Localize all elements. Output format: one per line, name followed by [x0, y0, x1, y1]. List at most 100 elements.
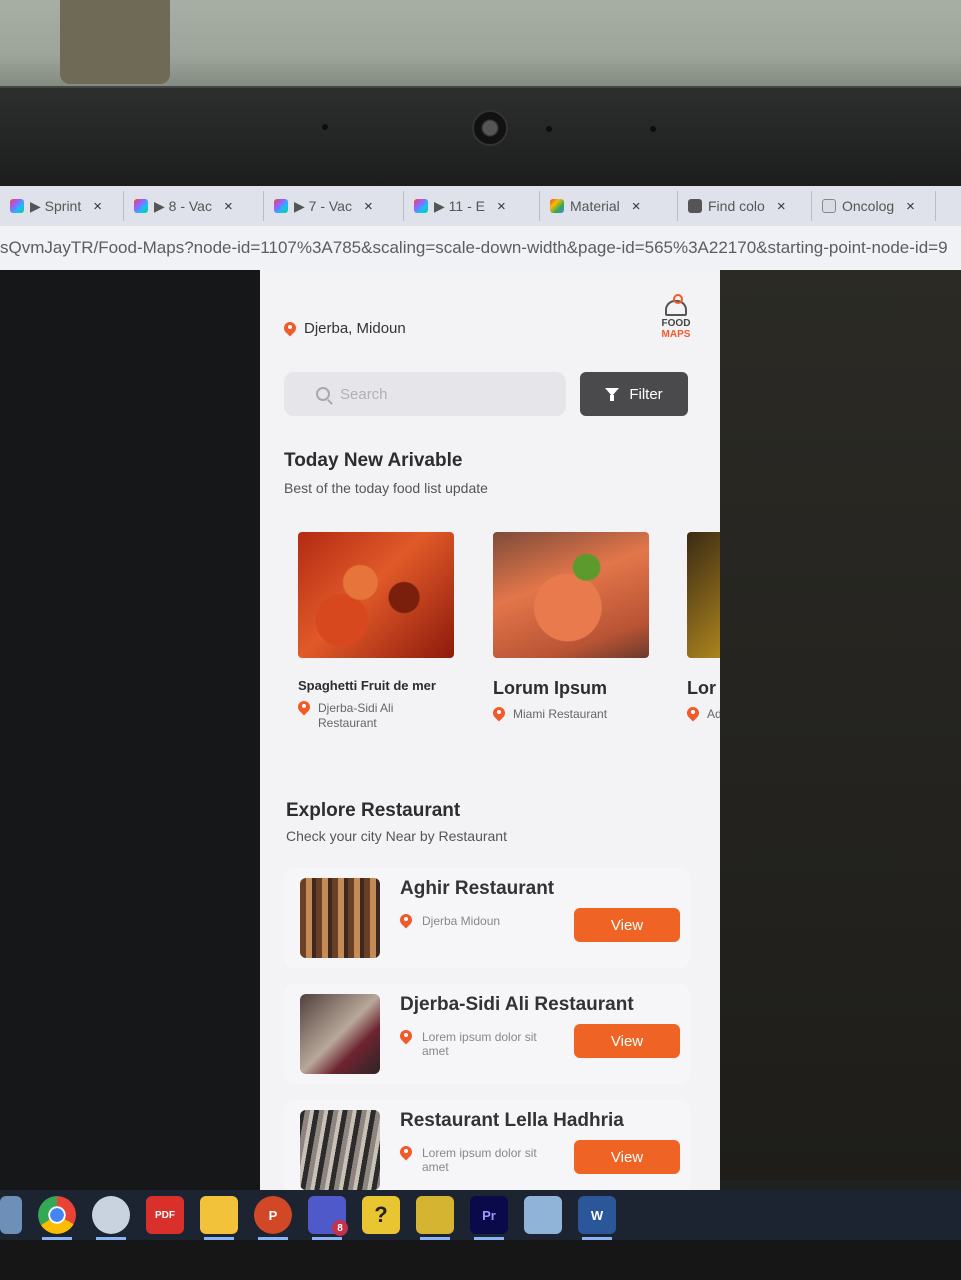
file-explorer-icon[interactable] [200, 1196, 238, 1240]
close-icon[interactable]: × [93, 198, 102, 215]
close-icon[interactable]: × [906, 198, 915, 215]
food-card-location: Miami Restaurant [493, 707, 653, 722]
windows-taskbar: PDF P 8 ? Pr W [0, 1190, 961, 1240]
restaurant-name: Djerba-Sidi Ali Restaurant [400, 994, 634, 1015]
view-button[interactable]: View [574, 1140, 680, 1174]
cloche-icon [665, 294, 687, 316]
browser-tab[interactable]: ▶ Sprint × [0, 191, 124, 221]
restaurant-address-label: Lorem ipsum dolor sit amet [422, 1146, 537, 1174]
food-photo [687, 532, 720, 658]
close-icon[interactable]: × [777, 198, 786, 215]
pdf-editor-icon[interactable]: PDF [146, 1196, 184, 1234]
tab-label: ▶ 8 - Vac [154, 197, 212, 214]
material-icon [550, 199, 564, 213]
food-maps-prototype: Djerba, Midoun FOOD MAPS Filter Today Ne… [260, 270, 720, 1190]
laptop-bottom-bezel [0, 1240, 961, 1280]
tab-label: ▶ Sprint [30, 197, 82, 214]
help-icon[interactable]: ? [362, 1196, 400, 1234]
view-button[interactable]: View [574, 908, 680, 942]
filter-label: Filter [629, 385, 663, 403]
explore-section-subtitle: Check your city Near by Restaurant [286, 828, 507, 844]
bezel-dot [322, 124, 328, 130]
food-card-location-label: Djerba-Sidi Ali Restaurant [318, 701, 394, 730]
restaurant-name: Aghir Restaurant [400, 878, 555, 899]
calculator-icon[interactable] [0, 1196, 22, 1234]
food-card[interactable]: Spaghetti Fruit de mer Djerba-Sidi Ali R… [298, 532, 458, 731]
snipping-tool-icon[interactable] [92, 1196, 130, 1240]
today-section-subtitle: Best of the today food list update [284, 480, 488, 496]
color-picker-icon [688, 199, 702, 213]
figma-icon [134, 199, 148, 213]
restaurant-photo [300, 1110, 380, 1190]
restaurant-name: Restaurant Lella Hadhria [400, 1110, 624, 1131]
premiere-pro-icon[interactable]: Pr [470, 1196, 508, 1240]
restaurant-card[interactable]: Djerba-Sidi Ali Restaurant Lorem ipsum d… [284, 984, 690, 1084]
figma-icon [414, 199, 428, 213]
tab-label: Find colo [708, 198, 765, 214]
bezel-dot [546, 126, 552, 132]
food-photo [298, 532, 454, 658]
close-icon[interactable]: × [364, 198, 373, 215]
teams-icon[interactable]: 8 [308, 1196, 348, 1240]
browser-tab[interactable]: Oncolog × [812, 191, 936, 221]
webcam [472, 110, 508, 146]
figma-canvas-right [718, 270, 961, 1180]
close-icon[interactable]: × [224, 198, 233, 215]
address-bar[interactable]: sQvmJayTR/Food-Maps?node-id=1107%3A785&s… [0, 226, 961, 270]
tab-label: Oncolog [842, 198, 895, 214]
browser-tab[interactable]: ▶ 8 - Vac × [124, 191, 264, 221]
site-icon [822, 199, 836, 213]
current-location[interactable]: Djerba, Midoun [284, 320, 406, 337]
logo-line1: FOOD [661, 318, 691, 329]
location-pin-icon [687, 707, 699, 721]
logo-line2: MAPS [661, 329, 691, 340]
browser-tab[interactable]: Find colo × [678, 191, 812, 221]
food-card-title: Spaghetti Fruit de mer [298, 678, 436, 693]
restaurant-card[interactable]: Aghir Restaurant Djerba Midoun View [284, 868, 690, 968]
restaurant-address-label: Lorem ipsum dolor sit amet [422, 1030, 537, 1058]
powerpoint-icon[interactable]: P [254, 1196, 292, 1240]
food-card-location: Djerba-Sidi Ali Restaurant [298, 701, 458, 731]
figma-icon [274, 199, 288, 213]
chair-leg [60, 0, 170, 84]
view-button[interactable]: View [574, 1024, 680, 1058]
close-icon[interactable]: × [632, 198, 641, 215]
bezel-dot [650, 126, 656, 132]
food-card[interactable]: Lorum Ipsum Miami Restaurant [493, 532, 653, 722]
browser-tab[interactable]: Material × [540, 191, 678, 221]
restaurant-address: Djerba Midoun [400, 914, 560, 928]
filter-icon [605, 387, 620, 401]
chrome-icon[interactable] [38, 1196, 76, 1240]
location-label: Djerba, Midoun [304, 320, 406, 337]
restaurant-photo [300, 994, 380, 1074]
restaurant-photo [300, 878, 380, 958]
filter-button[interactable]: Filter [580, 372, 688, 416]
explore-section-title: Explore Restaurant [286, 800, 461, 821]
film-icon[interactable] [416, 1196, 454, 1240]
today-section-title: Today New Arivable [284, 450, 463, 471]
notepad-icon[interactable] [524, 1196, 562, 1234]
food-card-location-label: Ad [707, 707, 720, 721]
browser-tab[interactable]: ▶ 7 - Vac × [264, 191, 404, 221]
search-box[interactable] [284, 372, 566, 416]
location-pin-icon [298, 701, 310, 715]
food-maps-logo: FOOD MAPS [654, 294, 698, 340]
word-icon[interactable]: W [578, 1196, 616, 1240]
browser-tab[interactable]: ▶ 11 - E × [404, 191, 540, 221]
food-card[interactable]: Lor Ad [687, 532, 720, 722]
location-pin-icon [400, 914, 412, 928]
close-icon[interactable]: × [497, 198, 506, 215]
figma-icon [10, 199, 24, 213]
tab-label: ▶ 11 - E [434, 197, 485, 214]
restaurant-address-label: Djerba Midoun [422, 914, 501, 928]
teams-badge: 8 [332, 1220, 348, 1236]
tab-label: Material [570, 198, 620, 214]
food-card-title: Lor [687, 678, 716, 698]
figma-canvas-left [0, 270, 260, 1190]
search-input[interactable] [340, 385, 540, 403]
restaurant-card[interactable]: Restaurant Lella Hadhria Lorem ipsum dol… [284, 1100, 690, 1190]
food-card-title: Lorum Ipsum [493, 678, 608, 698]
food-photo [493, 532, 649, 658]
food-card-location: Ad [687, 707, 720, 722]
food-card-location-label: Miami Restaurant [513, 707, 608, 721]
